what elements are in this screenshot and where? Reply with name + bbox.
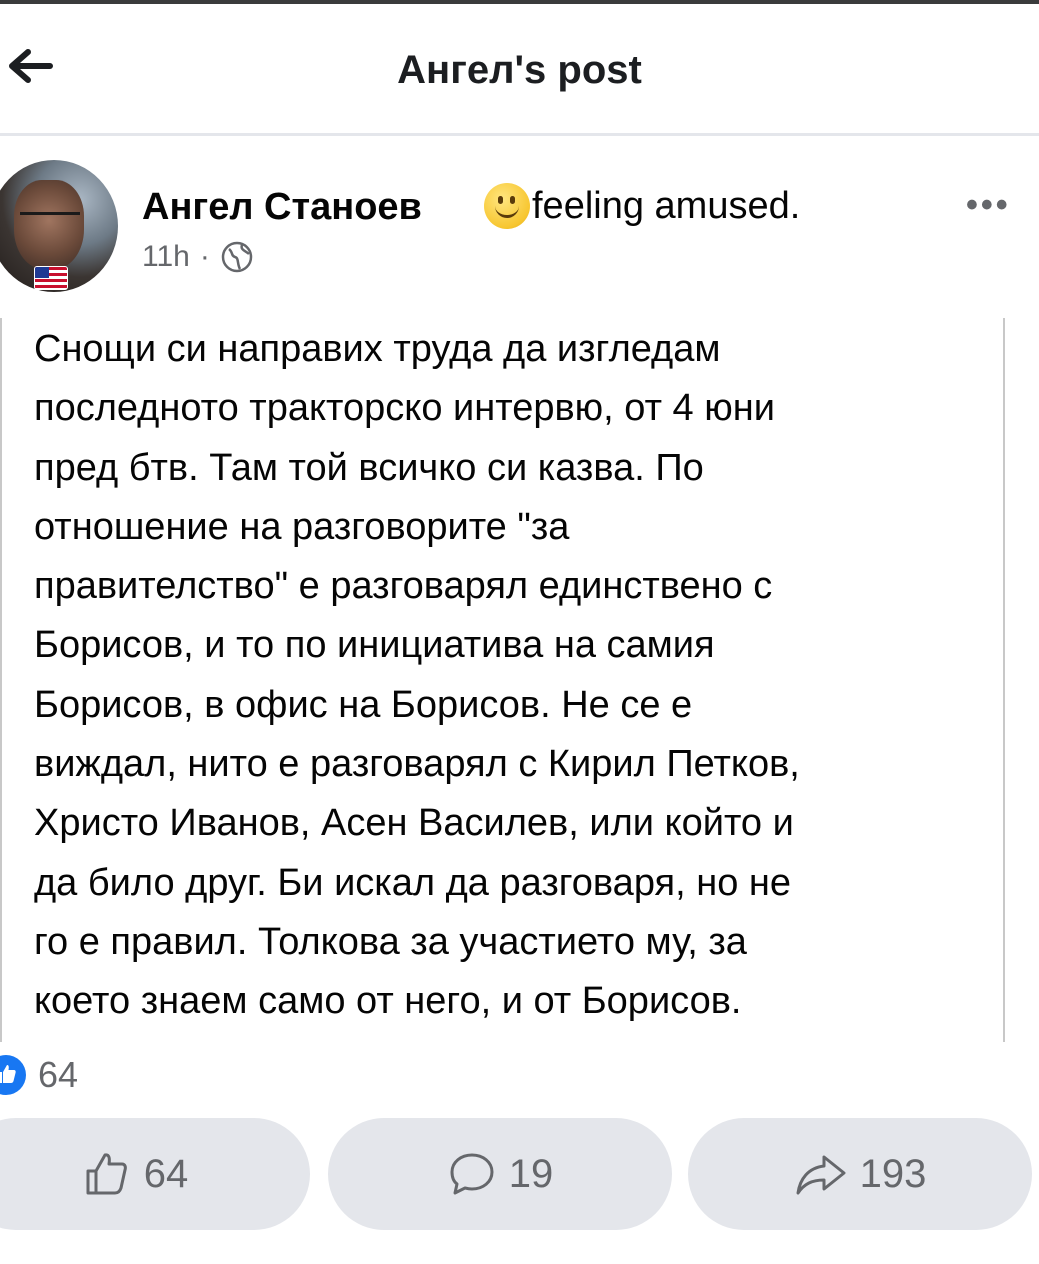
author-name[interactable]: Ангел Станоев <box>142 186 422 229</box>
reaction-count: 64 <box>38 1054 79 1095</box>
globe-icon <box>221 241 253 273</box>
more-icon[interactable]: ••• <box>966 186 1011 225</box>
like-badge-icon <box>0 1055 26 1095</box>
feeling-smiley-icon <box>484 183 530 229</box>
post-meta: 11h · <box>142 240 254 274</box>
meta-separator: · <box>199 240 210 273</box>
reaction-summary[interactable]: 64 <box>0 1054 78 1096</box>
share-button[interactable]: 193 <box>688 1118 1032 1230</box>
comment-icon <box>450 1153 494 1195</box>
comment-button[interactable]: 19 <box>328 1118 672 1230</box>
post-time[interactable]: 11h <box>142 240 190 274</box>
post-text: Снощи си направих труда да изгледам посл… <box>34 328 800 1023</box>
comment-count: 19 <box>508 1151 554 1196</box>
avatar-glasses <box>20 212 80 231</box>
app-header: Ангел's post <box>0 4 1039 132</box>
page-title: Ангел's post <box>397 48 642 92</box>
like-button[interactable]: 64 <box>0 1118 310 1230</box>
share-icon <box>796 1155 846 1195</box>
like-count: 64 <box>143 1151 189 1196</box>
like-icon <box>86 1153 127 1195</box>
flag-icon <box>34 266 68 290</box>
feeling-activity: feeling amused. <box>484 180 800 232</box>
feeling-text: feeling amused. <box>532 184 801 227</box>
share-count: 193 <box>859 1151 927 1196</box>
header-divider <box>0 133 1039 136</box>
